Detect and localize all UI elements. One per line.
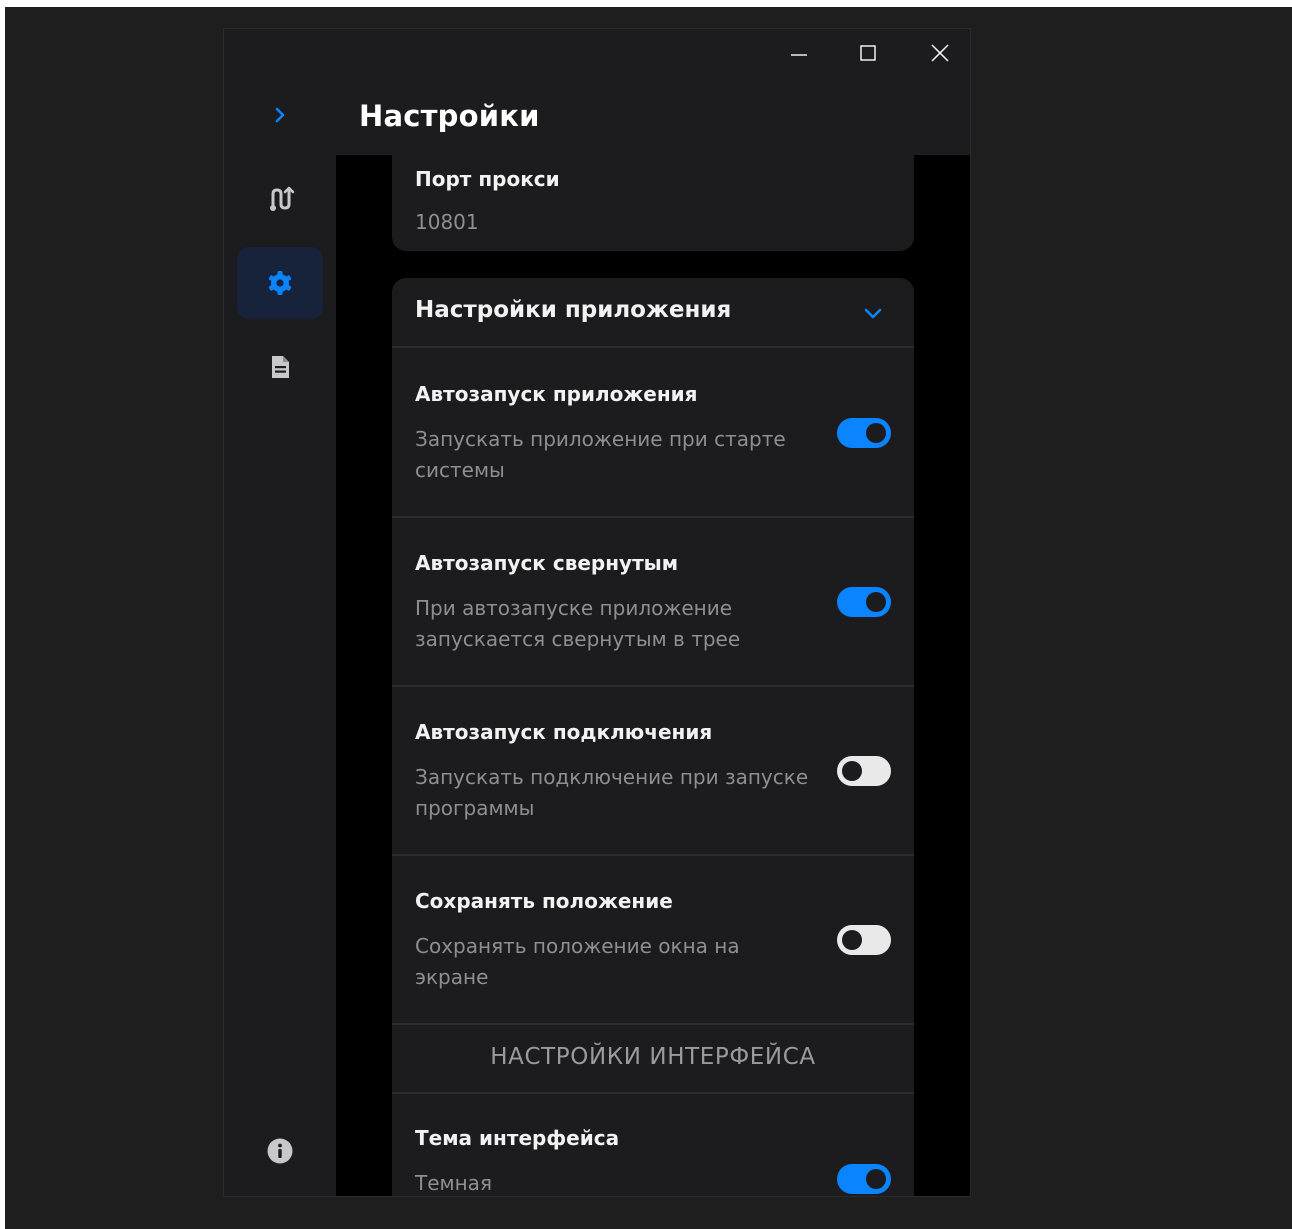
sidebar-expand-button[interactable] <box>237 79 323 151</box>
setting-title: Автозапуск свернутым <box>415 551 679 575</box>
sidebar <box>224 29 336 1196</box>
chevron-right-icon <box>275 107 285 123</box>
proxy-port-card: Порт прокси 10801 <box>392 155 914 251</box>
toggle-knob <box>866 1169 886 1189</box>
setting-row-theme: Тема интерфейса Темная <box>392 1094 914 1196</box>
page-title: Настройки <box>359 99 540 133</box>
app-settings-card: Настройки приложения Автозапуск приложен… <box>392 278 914 1196</box>
settings-scroll-area[interactable]: Порт прокси 10801 Настройки приложения А… <box>336 155 970 1196</box>
theme-toggle[interactable] <box>837 1164 891 1194</box>
sidebar-item-about[interactable] <box>237 1115 323 1187</box>
document-icon <box>272 356 289 378</box>
interface-settings-header: НАСТРОЙКИ ИНТЕРФЕЙСА <box>490 1044 816 1070</box>
sidebar-item-settings[interactable] <box>237 247 323 319</box>
autoconnect-toggle[interactable] <box>837 756 891 786</box>
setting-description: Сохранять положение окна на экране <box>415 934 740 989</box>
theme-title: Тема интерфейса <box>415 1126 620 1150</box>
settings-window: Настройки Порт прокси 10801 Настройки пр… <box>223 28 971 1197</box>
title-bar: Настройки <box>336 29 970 155</box>
setting-row-save-position: Сохранять положение Сохранять положение … <box>392 856 914 1024</box>
setting-title: Автозапуск приложения <box>415 382 698 406</box>
save-position-toggle[interactable] <box>837 925 891 955</box>
minimize-button[interactable] <box>776 37 822 69</box>
minimize-icon <box>791 54 807 56</box>
setting-description: Запускать подключение при запуске програ… <box>415 765 809 820</box>
maximize-icon <box>860 45 876 61</box>
autostart-minimized-toggle[interactable] <box>837 587 891 617</box>
proxy-port-label: Порт прокси <box>415 167 560 191</box>
autostart-toggle[interactable] <box>837 418 891 448</box>
proxy-port-field[interactable]: 10801 <box>415 207 479 238</box>
desktop-background: Настройки Порт прокси 10801 Настройки пр… <box>5 7 1292 1229</box>
sidebar-item-connections[interactable] <box>237 163 323 235</box>
setting-row-autostart: Автозапуск приложения Запускать приложен… <box>392 348 914 516</box>
toggle-knob <box>866 592 886 612</box>
info-icon <box>267 1138 293 1164</box>
app-settings-title: Настройки приложения <box>415 297 732 323</box>
toggle-knob <box>842 761 862 781</box>
routes-icon <box>270 186 295 211</box>
divider <box>392 1023 914 1025</box>
sidebar-item-logs[interactable] <box>237 331 323 403</box>
setting-row-autoconnect: Автозапуск подключения Запускать подключ… <box>392 687 914 855</box>
setting-row-autostart-minimized: Автозапуск свернутым При автозапуске при… <box>392 518 914 686</box>
chevron-down-icon <box>864 308 882 319</box>
setting-description: При автозапуске приложение запускается с… <box>415 596 741 651</box>
theme-value: Темная <box>415 1171 492 1195</box>
app-settings-header[interactable]: Настройки приложения <box>392 278 914 346</box>
close-icon <box>931 44 949 62</box>
gear-icon <box>268 271 292 295</box>
setting-title: Сохранять положение <box>415 889 673 913</box>
toggle-knob <box>866 423 886 443</box>
close-button[interactable] <box>917 37 963 69</box>
setting-title: Автозапуск подключения <box>415 720 713 744</box>
setting-description: Запускать приложение при старте системы <box>415 427 786 482</box>
toggle-knob <box>842 930 862 950</box>
maximize-button[interactable] <box>845 37 891 69</box>
